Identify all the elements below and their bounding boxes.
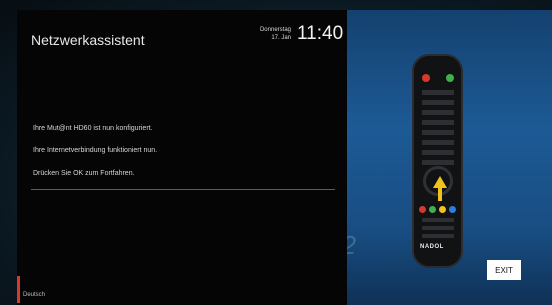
date-display: Donnerstag 17. Jan — [249, 26, 291, 42]
language-indicator — [17, 276, 20, 303]
power-button-icon — [422, 74, 430, 82]
red-key-icon — [419, 206, 426, 213]
exit-button[interactable]: EXIT — [487, 260, 521, 280]
remote-brand-logo: NADOL — [420, 244, 444, 250]
wizard-panel: Netzwerkassistent Donnerstag 17. Jan 11:… — [17, 10, 347, 305]
date-weekday: Donnerstag — [259, 27, 291, 33]
message-line-2: Ihre Internetverbindung funktioniert nun… — [33, 147, 158, 154]
green-key-icon — [429, 206, 436, 213]
media-keys-icon — [422, 218, 454, 238]
divider — [31, 189, 335, 190]
tv-screen: 6.2 Netzwerkassistent Donnerstag 17. Jan… — [0, 0, 552, 305]
green-button-icon — [446, 74, 454, 82]
message-line-1: Ihre Mut@nt HD60 ist nun konfiguriert. — [33, 125, 153, 132]
clock: 11:40 — [297, 23, 344, 44]
yellow-key-icon — [439, 206, 446, 213]
blue-key-icon — [449, 206, 456, 213]
language-label[interactable]: Deutsch — [23, 292, 45, 298]
arrow-stem-icon — [438, 187, 442, 201]
message-line-3: Drücken Sie OK zum Fortfahren. — [33, 170, 135, 177]
date-day: 17. Jan — [271, 35, 291, 41]
keypad-icon — [422, 90, 454, 170]
page-title: Netzwerkassistent — [31, 32, 145, 48]
remote-control-image: NADOL — [412, 54, 463, 268]
